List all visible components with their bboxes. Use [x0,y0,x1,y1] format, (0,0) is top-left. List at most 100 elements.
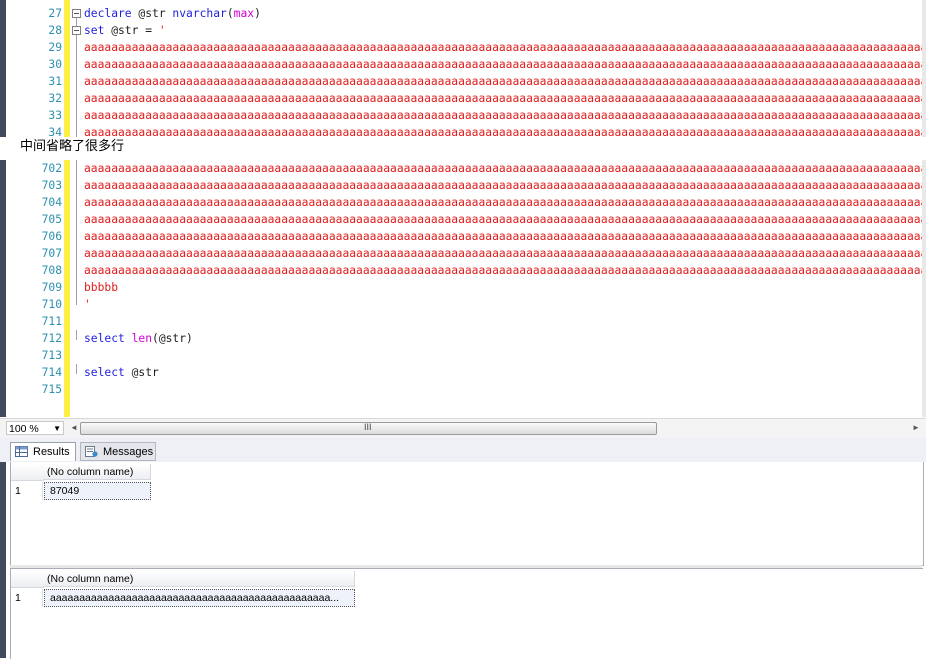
code-token: aaaaaaaaaaaaaaaaaaaaaaaaaaaaaaaaaaaaaaaa… [84,58,922,71]
code-text: ' [84,296,922,313]
omission-note: 中间省略了很多行 [20,138,125,153]
code-token: aaaaaaaaaaaaaaaaaaaaaaaaaaaaaaaaaaaaaaaa… [84,196,922,209]
code-token: max [233,7,255,20]
code-text: select len(@str) [84,330,922,347]
code-line[interactable]: 27 declare @str nvarchar(max) [0,5,926,22]
code-line[interactable]: 28 set @str = ' [0,22,926,39]
horizontal-scrollbar[interactable]: ◄ III ► [68,421,922,435]
code-line[interactable]: 706 aaaaaaaaaaaaaaaaaaaaaaaaaaaaaaaaaaaaa… [0,228,926,245]
line-number: 709 [41,281,62,294]
line-number: 33 [48,109,62,122]
code-token: aaaaaaaaaaaaaaaaaaaaaaaaaaaaaaaaaaaaaaaa… [84,75,922,88]
code-line[interactable]: 715 [0,381,926,398]
code-line[interactable]: 710 ' [0,296,926,313]
result-cell[interactable]: aaaaaaaaaaaaaaaaaaaaaaaaaaaaaaaaaaaaaaaa… [44,589,355,607]
grid-corner[interactable] [11,464,44,481]
column-header[interactable]: (No column name) [43,571,355,587]
query-editor-bottom[interactable]: 702 aaaaaaaaaaaaaaaaaaaaaaaaaaaaaaaaaaaaa… [0,160,926,417]
grid-corner[interactable] [11,571,44,588]
line-number: 713 [41,349,62,362]
results-tab-strip: Results Messages [0,438,926,462]
line-number: 704 [41,196,62,209]
code-text: aaaaaaaaaaaaaaaaaaaaaaaaaaaaaaaaaaaaaaaa… [84,211,922,228]
code-token: @str = [104,24,159,37]
line-number: 702 [41,162,62,175]
code-line[interactable]: 705 aaaaaaaaaaaaaaaaaaaaaaaaaaaaaaaaaaaaa… [0,211,926,228]
result-grid-2[interactable]: (No column name) 1 aaaaaaaaaaaaaaaaaaaaa… [10,568,923,659]
code-token: select [84,366,125,379]
line-number: 711 [41,315,62,328]
code-line[interactable]: 711 [0,313,926,330]
code-text: aaaaaaaaaaaaaaaaaaaaaaaaaaaaaaaaaaaaaaaa… [84,262,922,279]
code-token: len [131,332,153,345]
code-line[interactable]: 713 [0,347,926,364]
code-text: aaaaaaaaaaaaaaaaaaaaaaaaaaaaaaaaaaaaaaaa… [84,160,922,177]
code-line[interactable]: 29 aaaaaaaaaaaaaaaaaaaaaaaaaaaaaaaaaaaaaa… [0,39,926,56]
code-token: (@str) [152,332,193,345]
line-number: 34 [48,126,62,137]
line-number: 714 [41,366,62,379]
code-token: ) [254,7,261,20]
collapse-icon[interactable] [72,26,81,35]
code-line[interactable]: 702 aaaaaaaaaaaaaaaaaaaaaaaaaaaaaaaaaaaaa… [0,160,926,177]
code-token: @str [124,366,159,379]
column-header[interactable]: (No column name) [43,464,151,480]
tab-results[interactable]: Results [10,442,76,461]
code-token: nvarchar [172,7,227,20]
code-text: aaaaaaaaaaaaaaaaaaaaaaaaaaaaaaaaaaaaaaaa… [84,56,922,73]
code-line[interactable]: 704 aaaaaaaaaaaaaaaaaaaaaaaaaaaaaaaaaaaaa… [0,194,926,211]
scroll-left-icon[interactable]: ◄ [68,421,80,435]
collapse-icon[interactable] [72,9,81,18]
code-line[interactable]: 712 select len(@str) [0,330,926,347]
line-number: 703 [41,179,62,192]
line-number: 715 [41,383,62,396]
line-number: 28 [48,24,62,37]
code-token: ' [158,24,166,37]
code-line[interactable]: 30 aaaaaaaaaaaaaaaaaaaaaaaaaaaaaaaaaaaaaa… [0,56,926,73]
tab-messages[interactable]: Messages [80,442,156,461]
code-token: ( [226,7,234,20]
grid-icon [15,446,28,457]
line-number: 30 [48,58,62,71]
result-grid-1[interactable]: (No column name) 1 87049 [10,462,924,566]
code-line[interactable]: 707 aaaaaaaaaaaaaaaaaaaaaaaaaaaaaaaaaaaaa… [0,245,926,262]
code-text: aaaaaaaaaaaaaaaaaaaaaaaaaaaaaaaaaaaaaaaa… [84,194,922,211]
scroll-right-icon[interactable]: ► [910,421,922,435]
chevron-down-icon: ▼ [53,424,61,433]
line-number: 29 [48,41,62,54]
line-number: 706 [41,230,62,243]
result-cell[interactable]: 87049 [44,482,151,500]
code-token: aaaaaaaaaaaaaaaaaaaaaaaaaaaaaaaaaaaaaaaa… [84,41,922,54]
code-text: aaaaaaaaaaaaaaaaaaaaaaaaaaaaaaaaaaaaaaaa… [84,177,922,194]
code-line[interactable]: 32 aaaaaaaaaaaaaaaaaaaaaaaaaaaaaaaaaaaaaa… [0,90,926,107]
code-token: aaaaaaaaaaaaaaaaaaaaaaaaaaaaaaaaaaaaaaaa… [84,92,922,105]
code-line[interactable]: 34 aaaaaaaaaaaaaaaaaaaaaaaaaaaaaaaaaaaaaa… [0,124,926,137]
code-line[interactable]: 33 aaaaaaaaaaaaaaaaaaaaaaaaaaaaaaaaaaaaaa… [0,107,926,124]
code-line[interactable]: 709 bbbbb [0,279,926,296]
code-token: aaaaaaaaaaaaaaaaaaaaaaaaaaaaaaaaaaaaaaaa… [84,264,922,277]
code-token: aaaaaaaaaaaaaaaaaaaaaaaaaaaaaaaaaaaaaaaa… [84,162,922,175]
query-editor-top[interactable]: 27 declare @str nvarchar(max) 28 set @str =… [0,0,926,137]
row-number[interactable]: 1 [11,482,43,500]
code-line[interactable]: 31 aaaaaaaaaaaaaaaaaaaaaaaaaaaaaaaaaaaaaa… [0,73,926,90]
editor-status-row: 100 % ▼ ◄ III ► [0,418,926,438]
code-text: aaaaaaaaaaaaaaaaaaaaaaaaaaaaaaaaaaaaaaaa… [84,245,922,262]
code-token: aaaaaaaaaaaaaaaaaaaaaaaaaaaaaaaaaaaaaaaa… [84,126,922,137]
tab-results-label: Results [33,446,70,458]
code-text: set @str = ' [84,22,922,39]
code-line[interactable]: 714 select @str [0,364,926,381]
line-number: 710 [41,298,62,311]
row-number[interactable]: 1 [11,589,43,607]
code-line[interactable]: 703 aaaaaaaaaaaaaaaaaaaaaaaaaaaaaaaaaaaaa… [0,177,926,194]
code-token: aaaaaaaaaaaaaaaaaaaaaaaaaaaaaaaaaaaaaaaa… [84,179,922,192]
line-number: 31 [48,75,62,88]
code-text: aaaaaaaaaaaaaaaaaaaaaaaaaaaaaaaaaaaaaaaa… [84,124,922,137]
code-token: bbbbb [84,281,119,294]
messages-icon [85,446,98,457]
scrollbar-thumb[interactable]: III [80,422,657,435]
results-left-border [0,462,6,658]
code-token: declare [84,7,132,20]
code-line[interactable]: 708 aaaaaaaaaaaaaaaaaaaaaaaaaaaaaaaaaaaaa… [0,262,926,279]
zoom-dropdown[interactable]: 100 % ▼ [6,421,64,435]
